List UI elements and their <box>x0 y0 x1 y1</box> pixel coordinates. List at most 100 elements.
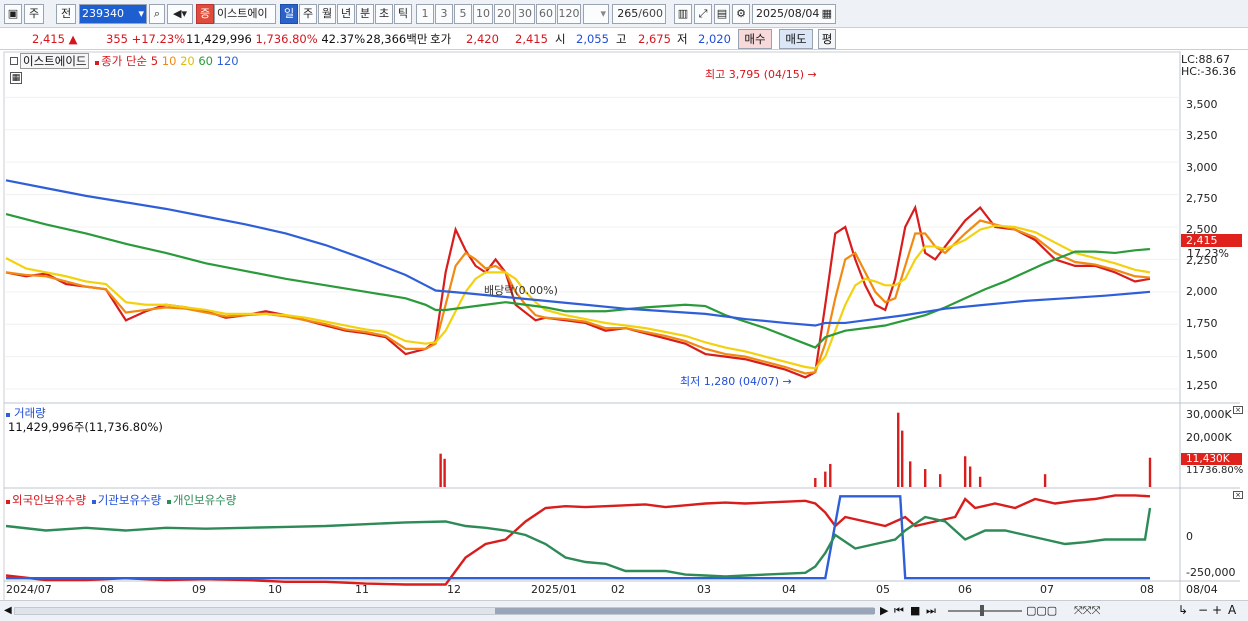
table-icon[interactable]: ▦ <box>10 72 22 84</box>
calendar-icon[interactable]: ▦ <box>822 5 832 23</box>
x-tick-date: 08/04 <box>1186 583 1218 596</box>
volume-bar <box>443 458 446 487</box>
high-price: 2,675 <box>638 32 671 46</box>
interval-20[interactable]: 20 <box>494 4 514 24</box>
period-unit-label: 주 <box>28 7 40 20</box>
compare-icon[interactable]: ▢▢▢ <box>1026 604 1057 617</box>
ma-10-label[interactable]: 10 <box>162 54 177 68</box>
volume-bar <box>963 456 967 487</box>
ma-60-label[interactable]: 60 <box>198 54 213 68</box>
close-pane-icon[interactable]: × <box>1233 406 1243 414</box>
volume-value-text: 11,429,996주(11,736.80%) <box>8 420 163 434</box>
x-tick: 02 <box>611 583 625 596</box>
interval-30[interactable]: 30 <box>515 4 535 24</box>
volume-bar <box>923 469 927 487</box>
candle-icon[interactable]: ▥ <box>674 4 692 24</box>
interval-10[interactable]: 10 <box>473 4 493 24</box>
y-tick: 3,000 <box>1186 161 1218 174</box>
scrollbar-track[interactable] <box>14 607 875 615</box>
low-price: 2,020 <box>698 32 731 46</box>
x-tick: 07 <box>1040 583 1054 596</box>
scroll-left-icon[interactable]: ◀ <box>4 605 14 617</box>
tab-day[interactable]: 일 <box>280 4 298 24</box>
current-price: 2,415 ▲ <box>32 32 78 46</box>
volume-current-tag: 11,430K <box>1181 453 1242 465</box>
date-input[interactable]: 2025/08/04 ▦ <box>752 4 836 24</box>
tab-week[interactable]: 주 <box>299 4 317 24</box>
close-pane-icon[interactable]: × <box>1233 491 1243 499</box>
ma-title: 종가 단순 <box>101 54 148 68</box>
bottom-bar: ◀ ▶ ⏮ ■ ⏭ ▢▢▢ ⤧⤧⤧ ↳ − + A <box>0 600 1248 621</box>
eval-button[interactable]: 평 <box>818 29 836 49</box>
x-tick: 04 <box>782 583 796 596</box>
volume-bullet-icon <box>6 413 10 417</box>
interval-120[interactable]: 120 <box>557 4 581 24</box>
x-tick: 06 <box>958 583 972 596</box>
interval-1[interactable]: 1 <box>416 4 434 24</box>
x-tick: 2024/07 <box>6 583 52 596</box>
count-input[interactable]: 265/600 <box>612 4 666 24</box>
prev-label: 전 <box>60 7 72 20</box>
interval-60[interactable]: 60 <box>536 4 556 24</box>
foreign-label[interactable]: 외국인보유수량 <box>12 493 86 507</box>
interval-5[interactable]: 5 <box>454 4 472 24</box>
tab-year[interactable]: 년 <box>337 4 355 24</box>
y-tick: 3,250 <box>1186 129 1218 142</box>
ma-5-label[interactable]: 5 <box>151 54 158 68</box>
interval-3[interactable]: 3 <box>435 4 453 24</box>
ma-120-label[interactable]: 120 <box>217 54 239 68</box>
forward-icon[interactable]: ⏭ <box>926 604 936 618</box>
x-tick: 09 <box>192 583 206 596</box>
tab-minute[interactable]: 분 <box>356 4 374 24</box>
stock-code-input[interactable]: 239340 ▾ <box>79 4 147 24</box>
chart-layout-icon[interactable]: ▣ <box>4 4 22 24</box>
zoom-in-icon[interactable]: + <box>1212 603 1222 617</box>
y-tick: 2,750 <box>1186 192 1218 205</box>
buy-button[interactable]: 매수 <box>738 29 772 49</box>
zoom-slider[interactable] <box>948 610 1022 612</box>
high-annotation: 최고 3,795 (04/15) → <box>705 68 817 81</box>
font-size-icon[interactable]: A <box>1228 603 1236 617</box>
sell-button[interactable]: 매도 <box>779 29 813 49</box>
individual-label[interactable]: 개인보유수량 <box>173 493 236 507</box>
low-label: 저 <box>677 32 688 46</box>
stock-type-badge: 증 <box>196 4 214 24</box>
rewind-icon[interactable]: ⏮ <box>894 604 904 618</box>
zoom-out-icon[interactable]: − <box>1198 603 1208 617</box>
tools-icon[interactable]: ⤧⤧⤧ <box>1074 604 1100 618</box>
tab-month[interactable]: 월 <box>318 4 336 24</box>
scroll-right-icon[interactable]: ▶ <box>880 604 888 617</box>
stock-label: 이스트에이드 <box>20 53 90 69</box>
dropdown-icon[interactable]: ▾ <box>138 5 144 23</box>
search-icon[interactable]: ⌕ <box>149 4 165 24</box>
volume-bar <box>1148 457 1152 487</box>
y-tick: 2,000 <box>1186 285 1218 298</box>
ask-price: 2,420 <box>466 32 499 46</box>
volume-title: 거래량 <box>14 406 46 420</box>
dividend-annotation: 배당락(0.00%) <box>484 284 558 297</box>
institution-label[interactable]: 기관보유수량 <box>98 493 161 507</box>
hc-label: HC:-36.36 <box>1181 65 1237 78</box>
x-tick: 11 <box>355 583 369 596</box>
stop-icon[interactable]: ■ <box>910 604 920 617</box>
ma-20-label[interactable]: 20 <box>180 54 195 68</box>
speaker-icon[interactable]: ◀▾ <box>167 4 193 24</box>
volume-bar <box>897 412 900 487</box>
prev-button[interactable]: 전 <box>56 4 76 24</box>
tab-second[interactable]: 초 <box>375 4 393 24</box>
y-tick: 3,500 <box>1186 98 1218 111</box>
period-unit-select[interactable]: 주 <box>24 4 44 24</box>
x-tick: 08 <box>100 583 114 596</box>
save-icon[interactable]: ▤ <box>714 4 730 24</box>
price-chart[interactable] <box>0 50 1248 621</box>
line-tool-icon[interactable]: ⤢ <box>694 4 712 24</box>
toggle-box-icon[interactable] <box>10 57 18 65</box>
low-annotation: 최저 1,280 (04/07) → <box>680 375 792 388</box>
foreign-bullet-icon <box>6 500 10 504</box>
interval-custom-select[interactable]: ▾ <box>583 4 609 24</box>
scrollbar-thumb[interactable] <box>495 608 875 614</box>
tab-tick[interactable]: 틱 <box>394 4 412 24</box>
gear-icon[interactable]: ⚙ <box>732 4 750 24</box>
zoom-icon[interactable]: ↳ <box>1178 603 1188 617</box>
zoom-slider-handle[interactable] <box>980 605 984 616</box>
